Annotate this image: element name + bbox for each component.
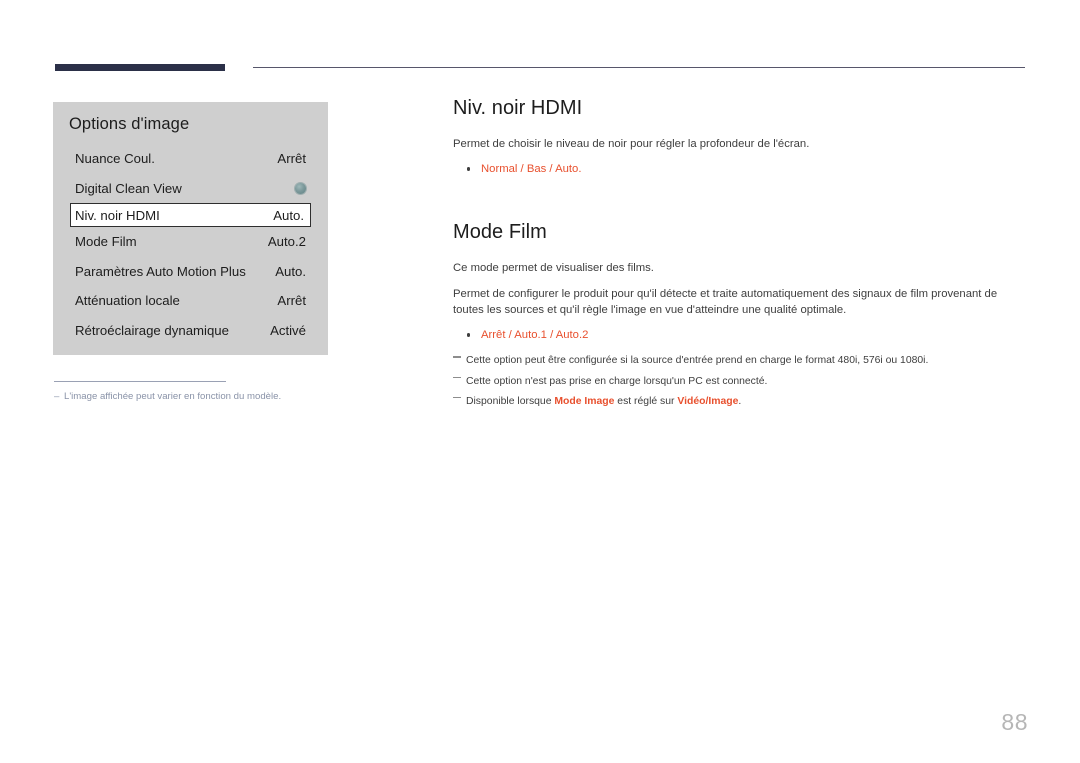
osd-item-value: Auto. [275,263,306,279]
note-text: Cette option peut être configurée si la … [466,355,929,367]
note-text: Cette option n'est pas prise en charge l… [466,375,768,387]
section-paragraph: Permet de configurer le produit pour qu'… [453,287,998,317]
section-paragraph: Permet de choisir le niveau de noir pour… [453,138,810,150]
note-dash-icon [453,376,461,378]
osd-item-value: Arrêt [277,293,306,309]
osd-panel-title: Options d'image [69,115,190,133]
footnote-text: L'image affichée peut varier en fonction… [64,391,282,402]
note-text-mid: est réglé sur [614,395,678,407]
note-item: Cette option n'est pas prise en charge l… [453,372,1025,392]
bullet-icon [467,333,471,337]
option-values-text: Normal / Bas / Auto. [481,163,582,176]
osd-item-value: Auto.2 [267,234,306,250]
note-highlight-video-image: Vidéo/Image [677,395,739,407]
header-rules [0,0,1080,90]
osd-item-label: Mode Film [75,234,137,250]
note-highlight-mode-image: Mode Image [554,395,615,407]
osd-item-label: Niv. noir HDMI [75,207,160,223]
footnote-divider [54,381,226,382]
osd-item-attenuation-locale[interactable]: Atténuation locale Arrêt [53,286,328,316]
header-accent-bar [55,64,225,71]
note-dash-icon [453,356,461,358]
option-values-list: Normal / Bas / Auto. [453,161,1025,178]
osd-item-retroeclairage-dynamique[interactable]: Rétroéclairage dynamique Activé [53,316,328,346]
bullet-icon [467,167,471,171]
main-content: Niv. noir HDMI Permet de choisir le nive… [453,96,1025,412]
osd-item-label: Atténuation locale [75,293,180,309]
option-values-item: Arrêt / Auto.1 / Auto.2 [453,327,1025,344]
footnote-line: – L'image affichée peut varier en fonctio… [54,391,384,402]
section-heading: Niv. noir HDMI [453,97,583,119]
osd-item-value: Auto. [273,207,304,223]
osd-item-value: Arrêt [277,151,306,167]
section-paragraph: Ce mode permet de visualiser des films. [453,262,654,275]
footnote-dash: – [54,391,60,402]
option-values-item: Normal / Bas / Auto. [453,161,1025,178]
option-values-text: Arrêt / Auto.1 / Auto.2 [481,329,589,342]
osd-item-niv-noir-hdmi[interactable]: Niv. noir HDMI Auto. [70,203,311,227]
osd-item-parametres-auto-motion-plus[interactable]: Paramètres Auto Motion Plus Auto. [53,257,328,287]
osd-item-label: Digital Clean View [75,180,182,196]
section-notes-list: Cette option peut être configurée si la … [453,351,1025,412]
osd-item-value: Activé [270,322,306,338]
section-heading: Mode Film [453,221,547,244]
section-niv-noir-hdmi: Niv. noir HDMI Permet de choisir le nive… [453,96,1025,178]
note-text-post: . [738,395,742,407]
osd-menu-list: Nuance Coul. Arrêt Digital Clean View Ni… [53,144,328,345]
osd-item-label: Nuance Coul. [75,151,155,167]
page-number: 88 [1001,709,1028,735]
osd-item-digital-clean-view[interactable]: Digital Clean View [53,174,328,204]
header-divider-line [253,67,1025,68]
filled-circle-icon [295,182,306,194]
osd-item-mode-film[interactable]: Mode Film Auto.2 [53,227,328,257]
osd-options-image-panel: Options d'image Nuance Coul. Arrêt Digit… [53,102,328,355]
osd-item-label: Rétroéclairage dynamique [75,322,229,338]
note-text: Disponible lorsque [466,395,555,407]
image-disclaimer-footnote: – L'image affichée peut varier en fonctio… [54,381,384,402]
note-item: Cette option peut être configurée si la … [453,351,1025,371]
section-mode-film: Mode Film Ce mode permet de visualiser d… [453,220,1025,412]
osd-item-label: Paramètres Auto Motion Plus [75,263,246,279]
note-item: Disponible lorsque Mode Image est réglé … [453,392,1025,412]
option-values-list: Arrêt / Auto.1 / Auto.2 [453,327,1025,344]
note-dash-icon [453,396,461,399]
osd-item-nuance-coul[interactable]: Nuance Coul. Arrêt [53,144,328,174]
